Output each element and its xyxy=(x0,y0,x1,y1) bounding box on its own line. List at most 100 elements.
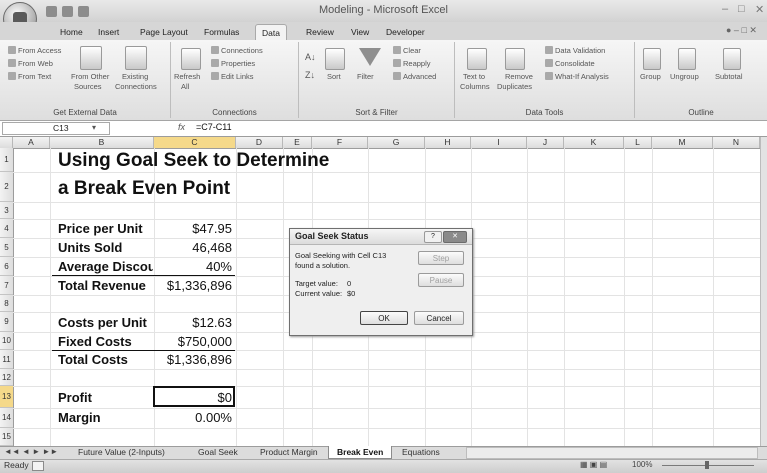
existing-connections-button[interactable]: Existing xyxy=(122,72,148,81)
row-header-14[interactable]: 14 xyxy=(0,408,13,428)
cancel-button[interactable]: Cancel xyxy=(414,311,464,325)
units-label[interactable]: Units Sold xyxy=(58,240,122,255)
filter-icon[interactable] xyxy=(359,48,381,66)
units-value[interactable]: 46,468 xyxy=(154,240,232,255)
help-icon[interactable]: ● – □ ✕ xyxy=(726,25,757,36)
column-header-c[interactable]: C xyxy=(154,137,236,148)
refresh-all-button[interactable]: Refresh xyxy=(174,72,200,81)
from-access-button[interactable]: From Access xyxy=(8,46,61,55)
sheet-tab-future-value[interactable]: Future Value (2-Inputs) xyxy=(70,446,173,458)
dialog-close-icon[interactable]: ✕ xyxy=(443,231,467,243)
minimize-icon[interactable]: – xyxy=(722,3,728,15)
row-header-6[interactable]: 6 xyxy=(0,257,13,276)
sheet-tab-goal-seek[interactable]: Goal Seek xyxy=(190,446,246,458)
filter-button[interactable]: Filter xyxy=(357,72,374,81)
revenue-value[interactable]: $1,336,896 xyxy=(154,278,232,293)
total-costs-value[interactable]: $1,336,896 xyxy=(154,352,232,367)
tab-developer[interactable]: Developer xyxy=(380,24,431,40)
zoom-slider-thumb[interactable] xyxy=(705,461,709,469)
ungroup-icon[interactable] xyxy=(678,48,696,70)
row-header-3[interactable]: 3 xyxy=(0,202,13,219)
view-buttons-icon[interactable]: ▦ ▣ ▤ xyxy=(580,460,607,469)
sort-za-icon[interactable]: Z↓ xyxy=(305,70,315,80)
subtotal-button[interactable]: Subtotal xyxy=(715,72,743,81)
edit-links-button[interactable]: Edit Links xyxy=(211,72,254,81)
row-header-7[interactable]: 7 xyxy=(0,276,13,295)
column-header-l[interactable]: L xyxy=(624,137,652,148)
row-header-12[interactable]: 12 xyxy=(0,369,13,386)
column-header-e[interactable]: E xyxy=(283,137,312,148)
row-header-2[interactable]: 2 xyxy=(0,172,13,202)
formula-input[interactable]: =C7-C11 xyxy=(196,122,232,132)
what-if-analysis-button[interactable]: What-If Analysis xyxy=(545,72,609,81)
sheet-tab-product-margin[interactable]: Product Margin xyxy=(252,446,326,458)
remove-duplicates-button[interactable]: Remove xyxy=(505,72,533,81)
connections-button[interactable]: Connections xyxy=(211,46,263,55)
close-icon[interactable]: ✕ xyxy=(755,3,764,16)
from-other-sources-button[interactable]: From Other xyxy=(71,72,109,81)
subtotal-icon[interactable] xyxy=(723,48,741,70)
advanced-button[interactable]: Advanced xyxy=(393,72,436,81)
reapply-button[interactable]: Reapply xyxy=(393,59,431,68)
row-header-10[interactable]: 10 xyxy=(0,332,13,350)
name-box-dropdown-icon[interactable]: ▾ xyxy=(92,123,96,132)
cost-unit-label[interactable]: Costs per Unit xyxy=(58,315,147,330)
column-header-f[interactable]: F xyxy=(312,137,368,148)
column-header-k[interactable]: K xyxy=(564,137,624,148)
tab-data[interactable]: Data xyxy=(255,24,287,41)
select-all-corner[interactable] xyxy=(0,137,13,148)
margin-value[interactable]: 0.00% xyxy=(154,410,232,425)
row-header-15[interactable]: 15 xyxy=(0,428,13,446)
column-header-j[interactable]: J xyxy=(527,137,564,148)
profit-label[interactable]: Profit xyxy=(58,390,92,405)
group-button[interactable]: Group xyxy=(640,72,661,81)
text-to-columns-icon[interactable] xyxy=(467,48,487,70)
tab-formulas[interactable]: Formulas xyxy=(198,24,245,40)
column-header-h[interactable]: H xyxy=(425,137,471,148)
step-button[interactable]: Step xyxy=(418,251,464,265)
maximize-icon[interactable]: □ xyxy=(738,3,745,15)
sort-button[interactable]: Sort xyxy=(327,72,341,81)
group-icon[interactable] xyxy=(643,48,661,70)
sheet-title-line1[interactable]: Using Goal Seek to Determine xyxy=(58,150,329,172)
sheet-title-line2[interactable]: a Break Even Point xyxy=(58,178,230,200)
consolidate-button[interactable]: Consolidate xyxy=(545,59,595,68)
ok-button[interactable]: OK xyxy=(360,311,408,325)
tab-page-layout[interactable]: Page Layout xyxy=(134,24,194,40)
refresh-icon[interactable] xyxy=(181,48,201,70)
fixed-costs-label[interactable]: Fixed Costs xyxy=(58,334,132,349)
column-header-m[interactable]: M xyxy=(652,137,713,148)
from-text-button[interactable]: From Text xyxy=(8,72,51,81)
properties-button[interactable]: Properties xyxy=(211,59,255,68)
discount-label[interactable]: Average Discour xyxy=(58,259,153,274)
column-header-n[interactable]: N xyxy=(713,137,760,148)
row-header-11[interactable]: 11 xyxy=(0,350,13,369)
horizontal-scrollbar[interactable] xyxy=(466,447,758,459)
fixed-costs-value[interactable]: $750,000 xyxy=(154,334,232,349)
sheet-nav-icon[interactable]: ◄◄ ◄ ► ►► xyxy=(4,447,58,456)
sort-icon[interactable] xyxy=(325,48,345,70)
revenue-label[interactable]: Total Revenue xyxy=(58,278,146,293)
row-header-13[interactable]: 13 xyxy=(0,386,13,408)
sheet-tab-break-even[interactable]: Break Even xyxy=(328,446,393,459)
cost-unit-value[interactable]: $12.63 xyxy=(154,315,232,330)
tab-view[interactable]: View xyxy=(345,24,375,40)
data-validation-button[interactable]: Data Validation xyxy=(545,46,605,55)
tab-review[interactable]: Review xyxy=(300,24,340,40)
text-to-columns-button[interactable]: Text to xyxy=(463,72,485,81)
macro-record-icon[interactable] xyxy=(32,461,44,471)
sort-az-icon[interactable]: A↓ xyxy=(305,52,316,62)
row-header-9[interactable]: 9 xyxy=(0,312,13,332)
column-header-i[interactable]: I xyxy=(471,137,527,148)
column-header-g[interactable]: G xyxy=(368,137,425,148)
margin-label[interactable]: Margin xyxy=(58,410,101,425)
tab-home[interactable]: Home xyxy=(54,24,89,40)
clear-button[interactable]: Clear xyxy=(393,46,421,55)
insert-function-icon[interactable]: fx xyxy=(178,122,185,132)
row-header-5[interactable]: 5 xyxy=(0,238,13,257)
from-web-button[interactable]: From Web xyxy=(8,59,53,68)
column-header-a[interactable]: A xyxy=(13,137,50,148)
zoom-level[interactable]: 100% xyxy=(632,460,652,469)
from-other-sources-icon[interactable] xyxy=(80,46,102,70)
pause-button[interactable]: Pause xyxy=(418,273,464,287)
